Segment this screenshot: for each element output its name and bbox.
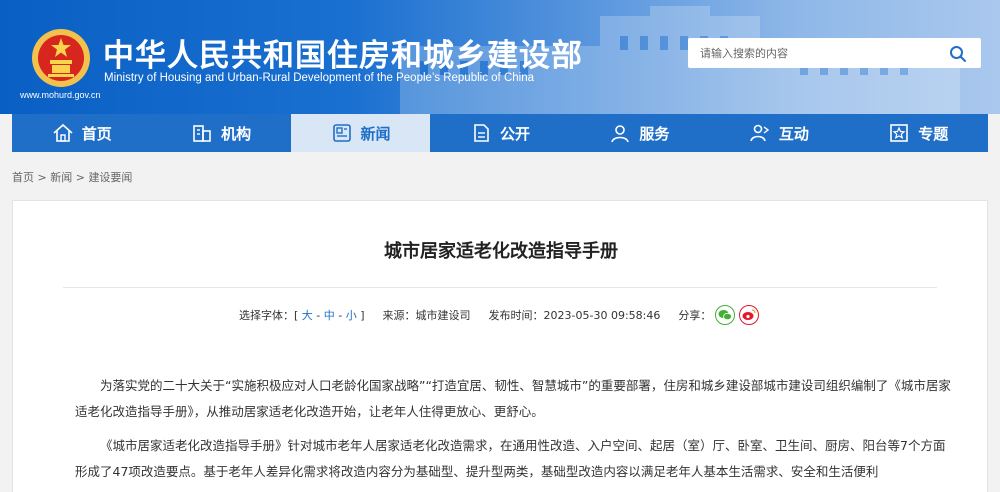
nav-item-organization[interactable]: 机构 [151,114,290,152]
font-size-separator: - [312,308,324,322]
site-title: 中华人民共和国住房和城乡建设部 [103,38,583,74]
building-icon [193,125,211,142]
star-icon [890,124,909,142]
nav-item-interaction[interactable]: 互动 [709,114,848,152]
breadcrumb: 首页 > 新闻 > 建设要闻 [12,169,132,185]
wechat-share-icon[interactable] [715,305,736,325]
nav-item-home[interactable]: 首页 [12,114,151,152]
breadcrumb-home[interactable]: 首页 [12,171,34,184]
publish-time-label: 发布时间： [488,309,544,322]
nav-item-public[interactable]: 公开 [430,114,569,152]
interaction-icon [750,124,769,142]
breadcrumb-separator: > [75,171,89,184]
article-card: 城市居家适老化改造指导手册 选择字体： [ 大 - 中 - 小 ] 来源： 城市… [12,200,988,492]
nav-item-label: 公开 [499,124,530,143]
article-meta: 选择字体： [ 大 - 中 - 小 ] 来源： 城市建设司 发布时间： 2023… [239,305,760,325]
source-value: 城市建设司 [415,309,471,322]
nav-item-label: 专题 [918,124,949,143]
breadcrumb-news[interactable]: 新闻 [50,171,72,184]
search-input[interactable] [688,38,938,68]
site-subtitle: Ministry of Housing and Urban-Rural Deve… [104,72,534,84]
user-service-icon [611,125,630,143]
search-box [688,38,981,68]
nav-item-label: 互动 [778,124,809,143]
publish-time-value: 2023-05-30 09:58:46 [543,308,661,322]
font-size-bracket-close: ] [360,308,365,322]
site-url[interactable]: www.mohurd.gov.cn [20,90,100,100]
nav-item-service[interactable]: 服务 [570,114,709,152]
font-size-bracket-open: [ [294,308,299,322]
nav-item-label: 首页 [81,124,112,143]
title-divider [63,287,937,288]
home-icon [53,123,73,142]
national-emblem-icon [32,29,90,87]
share-label: 分享： [678,309,712,322]
nav-item-news[interactable]: 新闻 [290,114,431,152]
nav-item-label: 机构 [221,124,252,143]
nav-item-label: 服务 [639,124,670,143]
article-title: 城市居家适老化改造指导手册 [384,241,618,262]
search-icon[interactable] [949,45,967,63]
main-nav: 首页 机构 新闻 公开 服务 互动 专题 [12,114,988,152]
font-size-label: 选择字体： [239,309,294,322]
news-icon [332,124,351,142]
font-size-large-button[interactable]: 大 [302,307,313,323]
breadcrumb-construction-news[interactable]: 建设要闻 [88,171,132,184]
weibo-share-icon[interactable] [739,305,760,325]
site-header: 中华人民共和国住房和城乡建设部 Ministry of Housing and … [0,0,1000,114]
nav-item-special-topics[interactable]: 专题 [849,114,988,152]
font-size-separator: - [334,308,346,322]
font-size-medium-button[interactable]: 中 [324,307,335,323]
document-icon [474,124,489,142]
nav-item-label: 新闻 [360,124,391,143]
breadcrumb-separator: > [37,171,51,184]
source-label: 来源： [382,309,416,322]
article-paragraph: 《城市居家适老化改造指导手册》针对城市老年人居家适老化改造需求，在通用性改造、入… [75,438,946,479]
article-paragraph: 为落实党的二十大关于“实施积极应对人口老龄化国家战略”“打造宜居、韧性、智慧城市… [75,378,951,419]
font-size-small-button[interactable]: 小 [346,307,357,323]
